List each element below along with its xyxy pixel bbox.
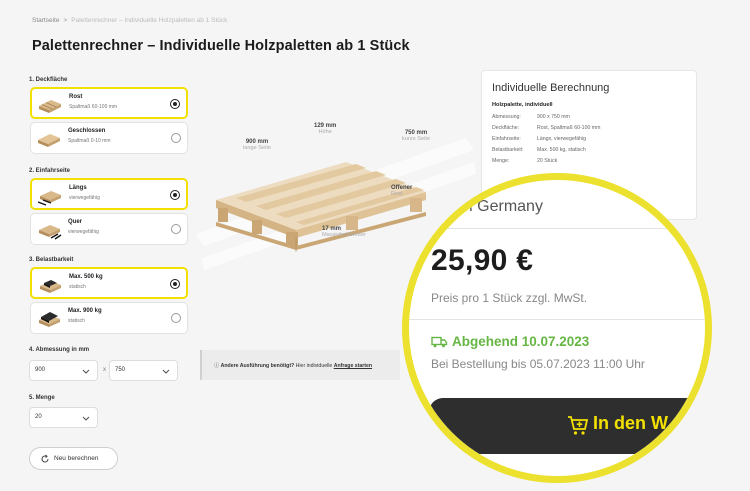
summary-heading: Individuelle Berechnung xyxy=(492,82,610,94)
option-title: Quer xyxy=(68,219,83,225)
summary-subheading: Holzpalette, individuell xyxy=(492,102,553,108)
radio-selected-icon[interactable] xyxy=(170,99,180,109)
shipping-date: Abgehend 10.07.2023 xyxy=(431,334,589,349)
option-load-900[interactable]: Max. 900 kg statisch xyxy=(30,302,188,334)
short-side-dimension-label: 750 mm kurze Seite xyxy=(402,130,430,142)
radio-selected-icon[interactable] xyxy=(170,279,180,289)
cart-add-icon xyxy=(568,416,589,435)
height-dimension-label: 129 mm Höhe xyxy=(314,123,337,135)
breadcrumb-separator: > xyxy=(63,17,68,24)
length-value: 750 xyxy=(115,367,126,373)
section-dimension-label: 4. Abmessung in mm xyxy=(29,347,90,353)
add-to-cart-button[interactable]: In den W xyxy=(429,398,705,454)
refresh-icon xyxy=(41,454,49,463)
option-title: Geschlossen xyxy=(68,128,106,134)
option-title: Max. 900 kg xyxy=(68,308,102,314)
option-subtitle: vierwegefähig xyxy=(68,229,99,235)
quantity-select[interactable]: 20 xyxy=(29,407,98,428)
option-subtitle: statisch xyxy=(68,318,85,324)
order-deadline: Bei Bestellung bis 05.07.2023 11:00 Uhr xyxy=(431,357,645,371)
width-value: 900 xyxy=(35,367,46,373)
option-subtitle: Spaltmaß 0-10 mm xyxy=(68,138,111,144)
option-subtitle: statisch xyxy=(69,284,86,290)
divider xyxy=(409,319,705,320)
pallet-closed-icon xyxy=(38,134,60,147)
dimension-times: x xyxy=(103,367,106,373)
chevron-down-icon xyxy=(82,369,90,374)
made-in-germany-text: de in Germany xyxy=(438,198,543,215)
section-quantity-label: 5. Menge xyxy=(29,395,55,401)
option-entry-laengs[interactable]: Längs vierwegefähig xyxy=(30,178,188,210)
option-subtitle: Spaltmaß 60-100 mm xyxy=(69,104,118,110)
section-load-label: 3. Belastbarkeit xyxy=(29,257,74,263)
page-title: Palettenrechner – Individuelle Holzpalet… xyxy=(32,38,410,54)
radio-icon[interactable] xyxy=(171,224,181,234)
spec-row: Abmessung: 900 x 750 mm xyxy=(492,114,570,120)
chevron-down-icon xyxy=(82,416,90,421)
pallet-rost-icon xyxy=(39,100,61,113)
notice-text: ⓘ Andere Ausführung benötigt? Hier indiv… xyxy=(214,363,373,369)
option-title: Längs xyxy=(69,185,87,191)
price: 25,90 € xyxy=(431,244,534,277)
option-title: Rost xyxy=(69,94,83,100)
pallet-heavy-load-icon xyxy=(39,312,60,327)
option-deck-rost[interactable]: Rost Spaltmaß 60-100 mm xyxy=(30,87,188,119)
boards-label: 17 mm Massivholzbretter xyxy=(322,226,366,238)
section-entry-label: 2. Einfahrseite xyxy=(29,168,71,174)
spec-row: Menge: 20 Stück xyxy=(492,158,558,164)
option-deck-geschlossen[interactable]: Geschlossen Spaltmaß 0-10 mm xyxy=(30,122,188,154)
truck-icon xyxy=(431,336,448,348)
section-deck-label: 1. Deckfläche xyxy=(29,77,68,83)
magnifier-zoom: de in Germany 25,90 € Preis pro 1 Stück … xyxy=(402,173,712,483)
breadcrumb: Startseite > Palettenrechner – Individuell… xyxy=(32,17,227,24)
recalculate-label: Neu berechnen xyxy=(54,455,99,462)
chevron-down-icon xyxy=(162,369,170,374)
spec-row: Belastbarkeit: Max. 500 kg, statisch xyxy=(492,147,586,153)
option-entry-quer[interactable]: Quer vierwegefähig xyxy=(30,213,188,245)
option-subtitle: vierwegefähig xyxy=(69,195,100,201)
option-load-500[interactable]: Max. 500 kg statisch xyxy=(30,267,188,299)
long-side-dimension-label: 900 mm lange Seite xyxy=(243,139,271,151)
spec-row: Deckfläche: Rost, Spaltmaß 60-100 mm xyxy=(492,125,601,131)
length-select[interactable]: 750 xyxy=(109,360,178,381)
radio-icon[interactable] xyxy=(171,133,181,143)
add-to-cart-label: In den W xyxy=(593,413,668,433)
pallet-load-icon xyxy=(40,280,61,293)
spec-row: Einfahrseite: Längs, vierwegefähig xyxy=(492,136,587,142)
request-link[interactable]: Anfrage starten xyxy=(334,363,372,369)
breadcrumb-current: Palettenrechner – Individuelle Holzpalet… xyxy=(71,17,228,24)
custom-request-notice: ⓘ Andere Ausführung benötigt? Hier indiv… xyxy=(200,350,400,380)
pallet-lengthwise-icon xyxy=(37,191,61,206)
info-icon: ⓘ xyxy=(214,363,221,369)
recalculate-button[interactable]: Neu berechnen xyxy=(29,447,118,470)
price-note: Preis pro 1 Stück zzgl. MwSt. xyxy=(431,291,588,305)
radio-icon[interactable] xyxy=(171,313,181,323)
breadcrumb-home[interactable]: Startseite xyxy=(32,17,59,24)
quantity-value: 20 xyxy=(35,414,42,420)
option-title: Max. 500 kg xyxy=(69,274,103,280)
divider xyxy=(409,228,705,229)
pallet-crosswise-icon xyxy=(39,225,62,240)
width-select[interactable]: 900 xyxy=(29,360,98,381)
radio-selected-icon[interactable] xyxy=(170,190,180,200)
